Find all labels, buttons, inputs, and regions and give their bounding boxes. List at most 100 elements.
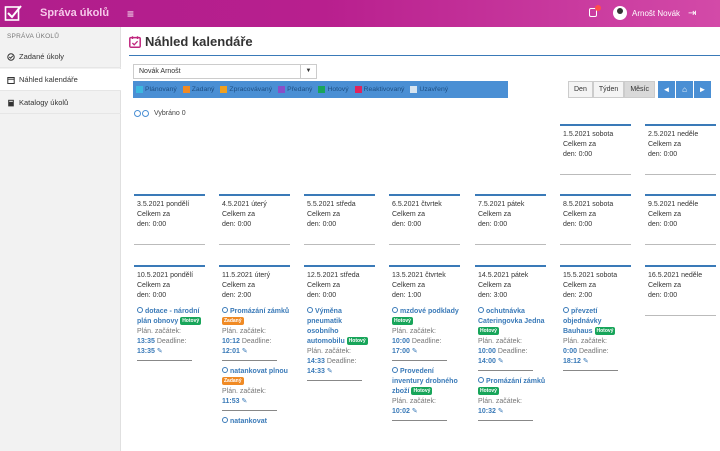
calendar-day[interactable]: 2.5.2021 neděle Celkem za den: 0:00 — [645, 124, 716, 175]
calendar-day[interactable]: 5.5.2021 středa Celkem za den: 0:00 — [304, 194, 375, 245]
day-total-value: 0:00 — [663, 221, 678, 228]
page-title: Náhled kalendáře — [129, 34, 253, 49]
legend-item[interactable]: Předaný — [275, 81, 315, 98]
calendar-day[interactable]: 8.5.2021 sobota Celkem za den: 0:00 — [560, 194, 631, 245]
task-item[interactable]: dotace - národní plán obnovy Hotový Plán.… — [134, 307, 205, 361]
avatar[interactable] — [613, 6, 627, 20]
deselect-icon[interactable] — [142, 110, 149, 117]
task-item[interactable]: převzetí objednávky Bauhaus Hotový Plán. … — [560, 307, 631, 371]
task-circle-icon[interactable] — [478, 377, 484, 383]
task-title[interactable]: dotace - národní plán obnovy Hotový — [137, 307, 205, 327]
task-circle-icon[interactable] — [307, 307, 313, 313]
edit-icon[interactable]: ✎ — [583, 358, 589, 365]
edit-icon[interactable]: ✎ — [498, 408, 504, 415]
edit-icon[interactable]: ✎ — [498, 358, 504, 365]
menu-toggle-icon[interactable]: ≡ — [127, 7, 134, 21]
edit-icon[interactable]: ✎ — [412, 408, 418, 415]
calendar-day[interactable]: 4.5.2021 úterý Celkem za den: 0:00 — [219, 194, 290, 245]
task-title[interactable]: Provedení inventury drobného zboží Hotov… — [392, 367, 460, 397]
calendar-day[interactable]: 15.5.2021 sobota Celkem za den: 2:00 převze… — [560, 265, 631, 371]
legend-item[interactable]: Zpracovávaný — [217, 81, 275, 98]
edit-icon[interactable]: ✎ — [242, 348, 248, 355]
task-title[interactable]: Promázání zámků Zadaný — [222, 307, 290, 327]
task-title[interactable]: převzetí objednávky Bauhaus Hotový — [563, 307, 631, 337]
calendar-day[interactable]: 1.5.2021 sobota Celkem za den: 0:00 — [560, 124, 631, 175]
legend-item[interactable]: Plánovaný — [133, 81, 180, 98]
task-item[interactable]: Promázání zámků Zadaný Plán. začátek: 10:1… — [219, 307, 290, 361]
calendar-day[interactable]: 11.5.2021 úterý Celkem za den: 2:00 Promázá… — [219, 265, 290, 427]
logout-icon[interactable]: ⇥ — [688, 8, 696, 19]
task-start: 14:33 — [307, 358, 325, 365]
check-circle-icon — [7, 52, 15, 61]
view-day-button[interactable]: Den — [568, 81, 593, 98]
task-item[interactable]: mzdové podklady Hotový Plán. začátek: 10:0… — [389, 307, 460, 361]
task-item[interactable]: natankovat plnou Zadaný Plán. začátek: 11:… — [219, 367, 290, 411]
task-title[interactable]: mzdové podklady Hotový — [392, 307, 460, 327]
task-title[interactable]: Promázání zámků Hotový — [478, 377, 546, 397]
calendar-day[interactable]: 13.5.2021 čtvrtek Celkem za den: 1:00 mzdov… — [389, 265, 460, 421]
day-total: den: 0:00 — [389, 220, 460, 230]
task-divider — [222, 410, 277, 411]
task-item[interactable]: ochutnávka Cateringovka Jedna Hotový Plán… — [475, 307, 546, 371]
task-item[interactable]: Výměna pneumatik osobního automobilu Hot… — [304, 307, 375, 381]
task-title-text: ochutnávka Cateringovka Jedna — [478, 308, 545, 325]
legend-label: Předaný — [287, 86, 313, 93]
edit-icon[interactable]: ✎ — [241, 398, 247, 405]
task-circle-icon[interactable] — [222, 417, 228, 423]
legend-item[interactable]: Zadaný — [180, 81, 218, 98]
legend-item[interactable]: Hotový — [315, 81, 351, 98]
chevron-down-icon[interactable]: ▼ — [300, 65, 316, 78]
page-title-text: Náhled kalendáře — [145, 34, 253, 49]
previous-arrow-icon[interactable]: ◄ — [657, 81, 675, 98]
task-title[interactable]: Výměna pneumatik osobního automobilu Hot… — [307, 307, 375, 347]
calendar-day[interactable]: 3.5.2021 pondělí Celkem za den: 0:00 — [134, 194, 205, 245]
legend-item[interactable]: Reaktivovaný — [352, 81, 408, 98]
task-title[interactable]: natankovat plnou Zadaný — [222, 367, 290, 387]
day-total: den: 0:00 — [560, 220, 631, 230]
task-circle-icon[interactable] — [222, 307, 228, 313]
task-circle-icon[interactable] — [563, 307, 569, 313]
task-circle-icon[interactable] — [222, 367, 228, 373]
task-item[interactable]: natankovat — [219, 417, 290, 427]
calendar-day[interactable]: 7.5.2021 pátek Celkem za den: 0:00 — [475, 194, 546, 245]
task-circle-icon[interactable] — [478, 307, 484, 313]
calendar-day[interactable]: 14.5.2021 pátek Celkem za den: 3:00 ochutná… — [475, 265, 546, 421]
view-month-button[interactable]: Měsíc — [624, 81, 655, 98]
user-select-value: Novák Arnošt — [139, 68, 181, 75]
day-total-value: 0:00 — [663, 151, 678, 158]
edit-icon[interactable]: ✎ — [412, 348, 418, 355]
day-date: 14.5.2021 pátek — [478, 272, 529, 279]
task-title[interactable]: natankovat — [222, 417, 290, 427]
calendar-day[interactable]: 12.5.2021 středa Celkem za den: 0:00 Výměna… — [304, 265, 375, 381]
sidebar-item-assigned-tasks[interactable]: Zadané úkoly — [0, 46, 121, 68]
view-week-button[interactable]: Týden — [592, 81, 625, 98]
task-start: 13:35 — [137, 338, 155, 345]
task-circle-icon[interactable] — [392, 307, 398, 313]
home-icon[interactable]: ⌂ — [675, 81, 693, 98]
next-arrow-icon[interactable]: ► — [693, 81, 711, 98]
sidebar-item-calendar-view[interactable]: Náhled kalendáře — [0, 69, 121, 91]
edit-icon[interactable]: ✎ — [157, 348, 163, 355]
app-logo-area[interactable]: Správa úkolů — [0, 0, 121, 27]
calendar-day[interactable]: 16.5.2021 neděle Celkem za den: 0:00 — [645, 265, 716, 316]
day-date: 6.5.2021 čtvrtek — [392, 201, 442, 208]
task-circle-icon[interactable] — [137, 307, 143, 313]
task-item[interactable]: Promázání zámků Hotový Plán. začátek: 10:3… — [475, 377, 546, 421]
calendar-day[interactable]: 6.5.2021 čtvrtek Celkem za den: 0:00 — [389, 194, 460, 245]
task-title[interactable]: ochutnávka Cateringovka Jedna Hotový — [478, 307, 546, 337]
day-date: 12.5.2021 středa — [307, 272, 360, 279]
user-select[interactable]: Novák Arnošt ▼ — [133, 64, 317, 79]
edit-icon[interactable]: ✎ — [327, 368, 333, 375]
calendar-day[interactable]: 9.5.2021 neděle Celkem za den: 0:00 — [645, 194, 716, 245]
day-top-border — [645, 265, 716, 267]
calendar-day[interactable]: 10.5.2021 pondělí Celkem za den: 0:00 dotac… — [134, 265, 205, 361]
legend-item[interactable]: Uzavřený — [407, 81, 451, 98]
select-all-icon[interactable] — [134, 110, 141, 117]
day-total-label: Celkem za — [478, 282, 512, 289]
day-total-value: 0:00 — [322, 221, 337, 228]
sidebar-item-task-catalogs[interactable]: Katalogy úkolů — [0, 92, 121, 114]
task-circle-icon[interactable] — [392, 367, 398, 373]
user-name[interactable]: Arnošt Novák — [632, 9, 680, 18]
task-item[interactable]: Provedení inventury drobného zboží Hotov… — [389, 367, 460, 421]
task-times: 10:32 ✎ — [478, 407, 546, 417]
